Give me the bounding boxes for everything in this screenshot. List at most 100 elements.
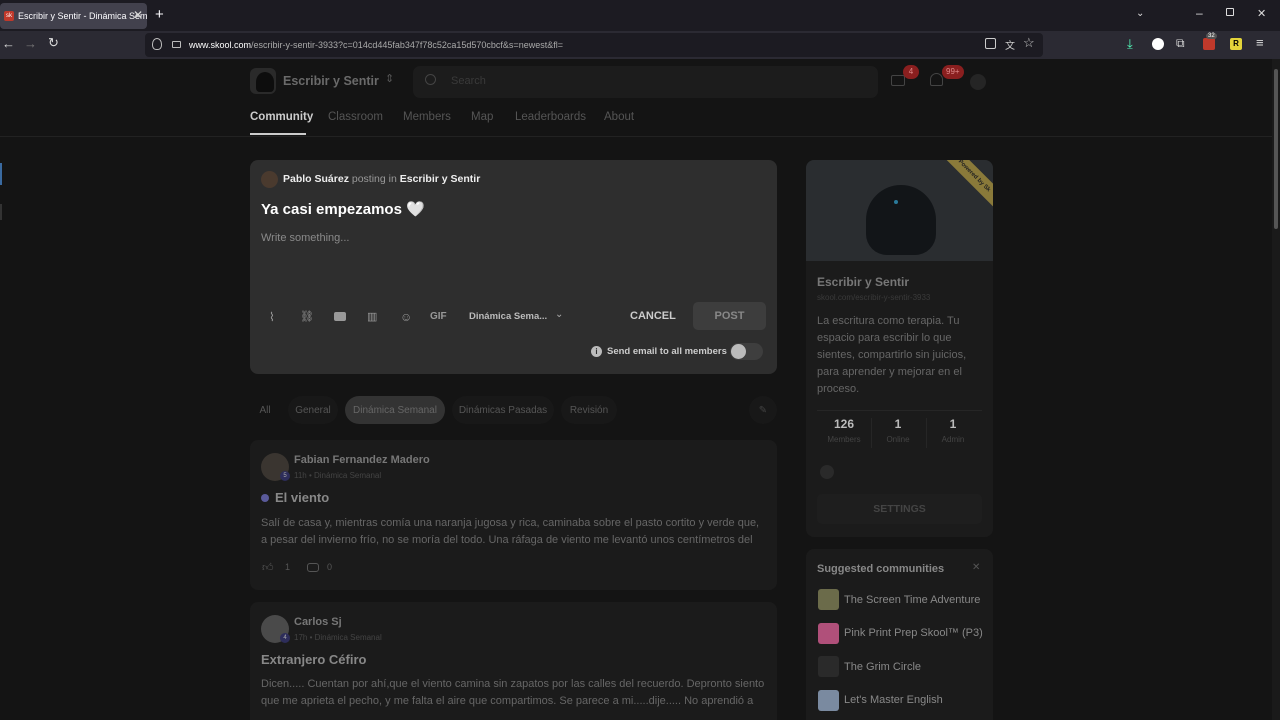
tab-classroom[interactable]: Classroom [328,111,383,123]
page-scrollbar[interactable] [1272,59,1280,720]
translate-icon[interactable]: 文 [1005,37,1015,52]
sidebar-description: La escritura como terapia. Tu espacio pa… [817,315,967,395]
minimize-icon[interactable]: – [1196,6,1203,20]
group-name: Escribir y Sentir [399,173,481,185]
post-card[interactable]: 5 Fabian Fernandez Madero 11h • Dinámica… [250,440,777,590]
tab-community[interactable]: Community [250,111,313,123]
sidebar-community-url[interactable]: skool.com/escribir-y-sentir-3933 [817,293,930,302]
lock-icon[interactable] [172,41,181,48]
attachment-icon[interactable]: ⌇ [269,310,275,324]
community-icon[interactable] [818,656,839,677]
tab-about[interactable]: About [604,111,634,123]
search-icon [425,74,436,85]
left-edge-marker-2 [0,204,2,220]
like-count: 1 [285,562,291,572]
header-divider [0,136,1272,137]
cancel-button[interactable]: CANCEL [630,310,676,322]
level-badge: 5 [280,471,290,481]
user-avatar[interactable] [970,74,986,90]
post-title[interactable]: El viento [275,490,329,505]
settings-button[interactable]: SETTINGS [817,494,982,524]
post-card[interactable]: 4 Carlos Sj 17h • Dinámica Semanal Extra… [250,602,777,720]
community-about-card: Powered by Sk Escribir y Sentir skool.co… [806,160,993,537]
suggested-community-link[interactable]: Let's Master English [844,694,943,706]
suggested-community-link[interactable]: The Screen Time Adventure [844,594,980,606]
admin-count[interactable]: 1 [926,417,980,431]
suggested-community-link[interactable]: The Grim Circle [844,661,921,673]
toggle-knob [731,344,746,359]
search-box[interactable]: Search [413,66,878,98]
r-extension-icon[interactable]: R [1230,38,1242,50]
url-bar[interactable]: www.skool.com /escribir-y-sentir-3933?c=… [145,33,1043,57]
post-meta: 11h • Dinámica Semanal [294,471,382,480]
filter-general[interactable]: General [288,396,338,424]
admin-avatar[interactable] [820,465,834,479]
tab-list-icon[interactable]: ⌄ [1136,8,1144,19]
filter-dinamicas-pasadas[interactable]: Dinámicas Pasadas [452,396,554,424]
community-icon[interactable] [818,690,839,711]
tab-members[interactable]: Members [403,111,451,123]
post-composer: Pablo Suárez posting in Escribir y Senti… [250,160,777,374]
tab-map[interactable]: Map [471,111,493,123]
post-button[interactable]: POST [693,302,766,330]
community-icon[interactable] [818,589,839,610]
video-icon[interactable] [334,312,346,321]
scrollbar-thumb[interactable] [1274,69,1278,229]
reload-icon[interactable]: ↻ [48,35,59,51]
bookmark-star-icon[interactable]: ☆ [1023,35,1035,51]
category-select[interactable]: Dinámica Sema... [469,311,547,322]
browser-tab[interactable]: sk Escribir y Sentir - Dinámica Semanal … [0,3,147,29]
reader-view-icon[interactable] [985,38,996,49]
divider [926,418,927,448]
new-tab-icon[interactable]: + [155,6,164,23]
poll-icon[interactable]: ▥ [367,310,377,323]
post-title-input[interactable]: Ya casi empezamos 🤍 [261,200,425,218]
forward-icon[interactable]: → [24,36,37,51]
extensions-icon[interactable]: ⧉ [1176,36,1185,51]
search-input[interactable]: Search [451,75,486,87]
menu-icon[interactable]: ≡ [1256,35,1264,50]
community-logo[interactable] [250,68,276,94]
post-excerpt: Dicen..... Cuentan por ahí,que el viento… [261,678,765,707]
comment-count: 0 [327,562,333,572]
maximize-icon[interactable] [1226,8,1234,16]
download-icon[interactable]: ⤓ [1127,36,1133,52]
chat-icon[interactable] [891,75,905,86]
chevron-down-icon[interactable]: ⌄ [555,309,563,320]
shield-icon[interactable] [152,38,162,50]
link-icon[interactable]: ⛓ [300,310,314,323]
info-icon: i [591,346,602,357]
filter-edit-icon[interactable]: ✎ [749,396,777,424]
bell-icon[interactable] [930,73,943,86]
tab-leaderboards[interactable]: Leaderboards [515,111,586,123]
author-avatar [261,171,278,188]
tab-title: Escribir y Sentir - Dinámica Semanal [18,11,147,21]
filter-all[interactable]: All [250,396,280,424]
divider [871,418,872,448]
emoji-icon[interactable]: ☺ [400,310,412,324]
members-count[interactable]: 126 [817,417,871,431]
back-icon[interactable]: ← [2,36,15,51]
suggested-community-link[interactable]: Pink Print Prep Skool™ (P3) [844,627,983,639]
extension-badge: 32 [1206,33,1217,39]
comment-icon[interactable] [307,563,319,572]
close-tab-icon[interactable]: ✕ [133,8,143,22]
community-name[interactable]: Escribir y Sentir [283,74,379,88]
email-toggle[interactable] [730,343,763,360]
close-icon[interactable]: ✕ [972,562,980,573]
posting-in-text: posting in [351,173,397,185]
post-body-input[interactable]: Write something... [261,232,349,244]
window-close-icon[interactable]: ✕ [1257,7,1266,20]
community-icon[interactable] [818,623,839,644]
clock-extension-icon[interactable] [1152,38,1164,50]
post-title[interactable]: Extranjero Céfiro [261,652,366,667]
online-count[interactable]: 1 [871,417,925,431]
post-author[interactable]: Carlos Sj [294,616,342,628]
like-icon[interactable]: 👍︎ [262,561,274,574]
switch-community-icon[interactable]: ⇕ [385,72,394,85]
post-author[interactable]: Fabian Fernandez Madero [294,454,430,466]
gif-button[interactable]: GIF [430,311,447,322]
filter-revision[interactable]: Revisión [561,396,617,424]
ublock-icon[interactable] [1203,38,1215,50]
filter-dinamica-semanal[interactable]: Dinámica Semanal [345,396,445,424]
